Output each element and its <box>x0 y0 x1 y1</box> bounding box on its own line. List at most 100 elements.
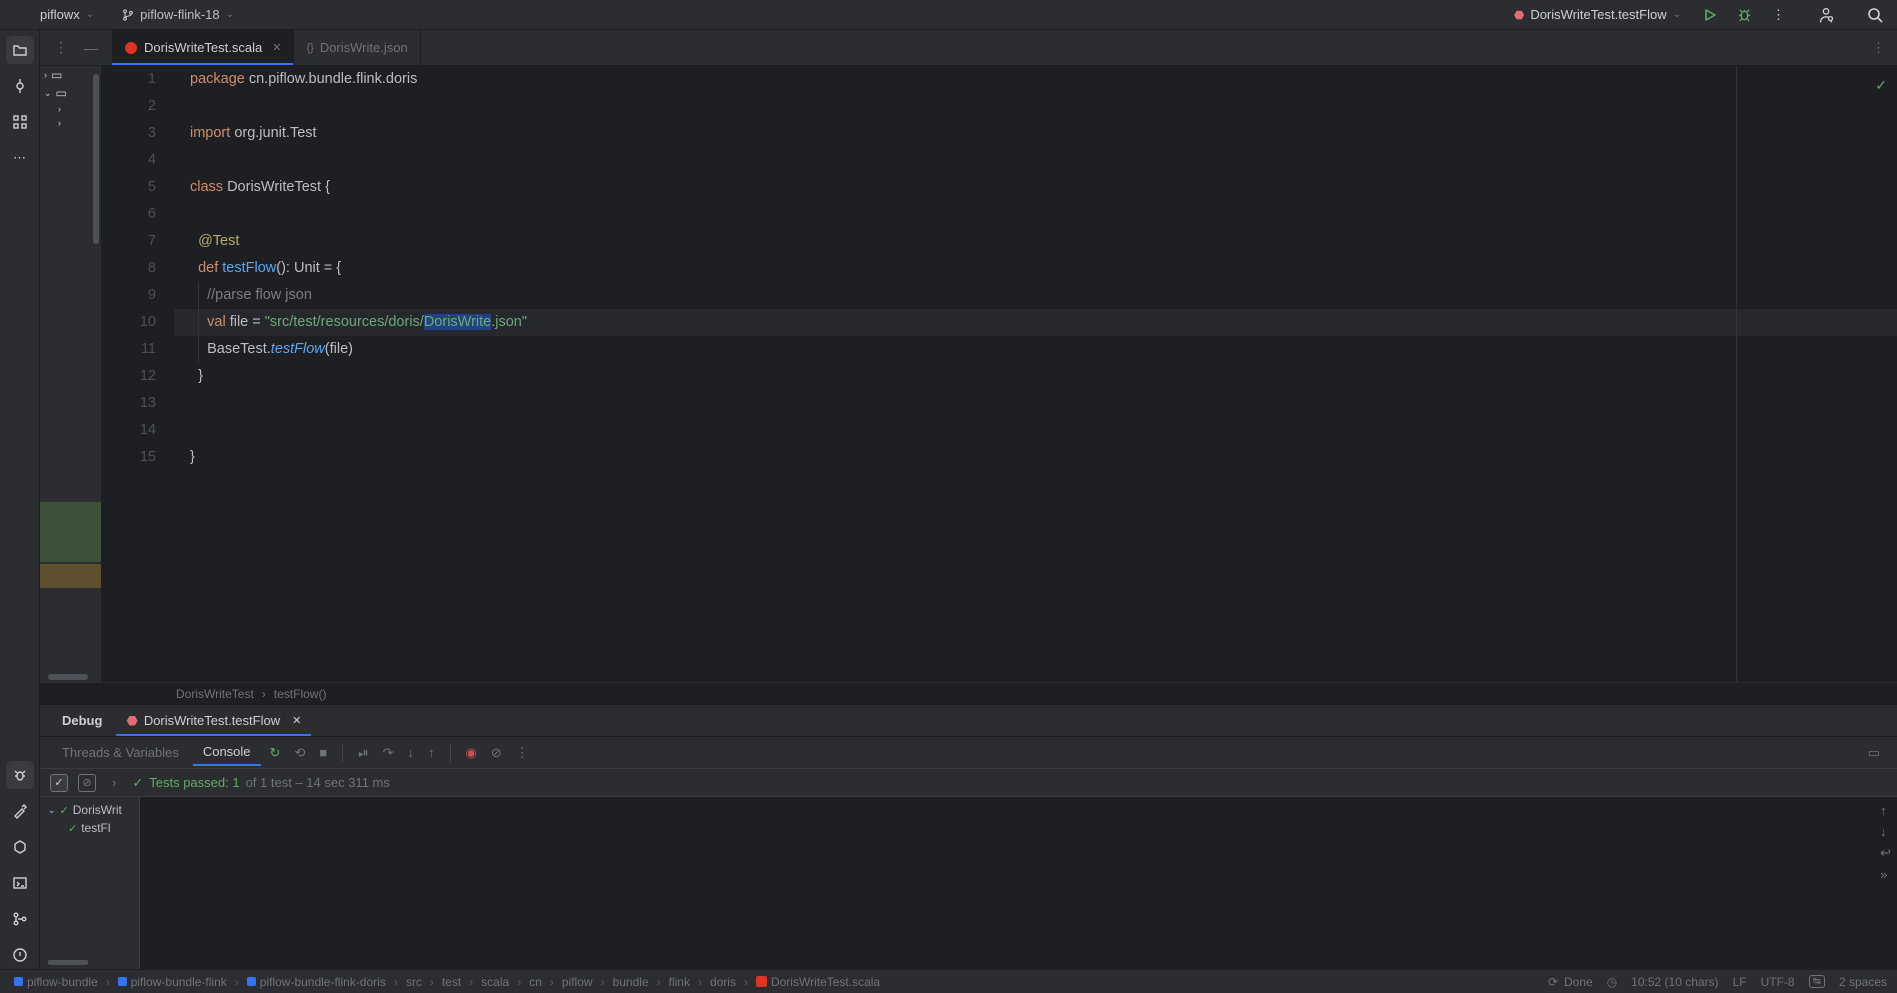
run-config-selector[interactable]: ⬣ DorisWriteTest.testFlow ⌄ <box>1506 3 1689 26</box>
nav-crumb-8[interactable]: bundle <box>609 973 653 991</box>
line-separator[interactable]: LF <box>1733 975 1747 989</box>
scala-file-icon <box>124 41 138 55</box>
branch-selector[interactable]: piflow-flink-18 ⌄ <box>114 3 242 26</box>
scroll-down-icon[interactable]: ↓ <box>1880 824 1891 839</box>
debug-tool-button[interactable] <box>6 761 34 789</box>
services-tool-button[interactable] <box>6 833 34 861</box>
more-menu[interactable]: ⋮ <box>1766 1 1791 29</box>
test-tree-root[interactable]: DorisWrit <box>73 803 122 817</box>
nav-crumb-6[interactable]: cn <box>525 973 546 991</box>
tree-h-scrollbar[interactable] <box>48 674 88 680</box>
collapse-icon[interactable]: — <box>80 36 102 60</box>
test-pass-icon: ✓ <box>132 775 143 791</box>
nav-crumb-10[interactable]: doris <box>706 973 740 991</box>
show-ignored-toggle[interactable]: ⊘ <box>78 774 96 792</box>
hammer-icon <box>12 803 28 819</box>
scroll-end-icon[interactable]: » <box>1880 867 1891 882</box>
commit-tool-button[interactable] <box>6 72 34 100</box>
test-tree-scrollbar[interactable] <box>48 960 88 965</box>
breadcrumb-method[interactable]: testFlow() <box>274 687 327 701</box>
tab-overflow-icon[interactable]: ⋮ <box>1872 40 1897 56</box>
nav-crumb-9[interactable]: flink <box>665 973 694 991</box>
tab-doriswritetest-scala[interactable]: DorisWriteTest.scala ✕ <box>112 30 294 65</box>
debug-toolbar: Threads & Variables Console ↻ ⟲ ■ ⏯ ↷ ↓ … <box>40 737 1897 769</box>
code-with-me-icon[interactable] <box>1811 0 1841 30</box>
layout-settings-icon[interactable]: ▭ <box>1863 740 1885 766</box>
tab-doriswrite-json[interactable]: {} DorisWrite.json <box>294 30 420 65</box>
warning-icon <box>12 947 28 963</box>
nav-crumb-3[interactable]: src <box>402 973 426 991</box>
step-over-button[interactable]: ↷ <box>378 740 399 766</box>
console-tab[interactable]: Console <box>193 739 261 766</box>
problems-tool-button[interactable] <box>6 941 34 969</box>
rerun-button[interactable]: ↻ <box>265 740 286 766</box>
close-tab-icon[interactable]: ✕ <box>272 41 281 54</box>
show-passed-toggle[interactable]: ✓ <box>50 774 68 792</box>
more-tool-button[interactable]: ⋯ <box>6 144 34 172</box>
debug-title: Debug <box>52 707 112 734</box>
terminal-tool-button[interactable] <box>6 869 34 897</box>
status-bar: piflow-bundle› piflow-bundle-flink› pifl… <box>0 969 1897 993</box>
vcs-indicator-added <box>40 502 101 562</box>
nav-crumb-4[interactable]: test <box>438 973 465 991</box>
nav-crumb-7[interactable]: piflow <box>558 973 597 991</box>
file-encoding[interactable]: UTF-8 <box>1761 975 1795 989</box>
folder-icon: ▭ <box>51 68 62 82</box>
debug-config-tab[interactable]: ⬣ DorisWriteTest.testFlow ✕ <box>116 707 311 735</box>
search-everywhere-button[interactable] <box>1861 1 1889 29</box>
test-tree-child[interactable]: testFl <box>81 821 110 835</box>
debug-config-label: DorisWriteTest.testFlow <box>144 713 280 728</box>
branch-name: piflow-flink-18 <box>140 7 219 22</box>
indent-widget[interactable]: 2 spaces <box>1839 975 1887 989</box>
test-output[interactable]: ↑ ↓ ↩ » <box>140 797 1897 969</box>
line-gutter: 1 2 3 4 5 6 7 8 9 10 11 12 13 14 15 <box>102 66 174 682</box>
chevron-down-icon: ⌄ <box>226 9 234 20</box>
code-editor[interactable]: 1 2 3 4 5 6 7 8 9 10 11 12 13 14 15 <box>102 66 1897 682</box>
bug-icon <box>12 767 28 783</box>
commit-icon <box>12 78 28 94</box>
project-tool-button[interactable] <box>6 36 34 64</box>
soft-wrap-icon[interactable]: ↩ <box>1880 845 1891 861</box>
expand-icon[interactable]: › <box>106 775 122 790</box>
project-tree-collapsed[interactable]: ›▭ ⌄▭ › › <box>40 66 102 682</box>
test-status-bar: ✓ ⊘ › ✓ Tests passed: 1 of 1 test – 14 s… <box>40 769 1897 797</box>
test-tree[interactable]: ⌄✓DorisWrit ✓testFl <box>40 797 140 969</box>
close-icon[interactable]: ✕ <box>292 714 301 727</box>
editor-breadcrumb: DorisWriteTest › testFlow() <box>40 682 1897 704</box>
scala-test-icon: ⬣ <box>1514 8 1524 22</box>
tab-label: DorisWrite.json <box>320 40 408 55</box>
nav-crumb-2[interactable]: piflow-bundle-flink-doris <box>243 973 390 991</box>
tab-indicator[interactable]: ↹ <box>1809 975 1825 988</box>
inspection-ok-icon[interactable]: ✓ <box>1875 72 1887 99</box>
tree-scrollbar[interactable] <box>93 74 99 244</box>
search-icon <box>1867 7 1883 23</box>
nav-crumb-0[interactable]: piflow-bundle <box>10 973 102 991</box>
nav-crumb-1[interactable]: piflow-bundle-flink <box>114 973 231 991</box>
clock-widget[interactable]: ◷ <box>1607 975 1617 989</box>
project-selector[interactable]: piflowx ⌄ <box>32 3 102 26</box>
structure-tool-button[interactable] <box>6 108 34 136</box>
git-tool-button[interactable] <box>6 905 34 933</box>
folder-icon: ▭ <box>56 86 67 100</box>
step-out-button[interactable]: ↑ <box>423 740 440 765</box>
caret-position[interactable]: 10:52 (10 chars) <box>1631 975 1718 989</box>
resume-button[interactable]: ⏯ <box>353 740 373 766</box>
more-debug-icon[interactable]: ⋮ <box>511 740 534 766</box>
chevron-down-icon: ⌄ <box>86 9 94 20</box>
breadcrumb-class[interactable]: DorisWriteTest <box>176 687 254 701</box>
nav-crumb-5[interactable]: scala <box>477 973 513 991</box>
threads-tab[interactable]: Threads & Variables <box>52 740 189 765</box>
step-into-button[interactable]: ↓ <box>403 740 420 765</box>
run-button[interactable] <box>1697 2 1723 28</box>
view-breakpoints-button[interactable]: ◉ <box>461 740 482 766</box>
mute-breakpoints-button[interactable]: ⊘ <box>486 740 507 766</box>
structure-icon <box>12 114 28 130</box>
debug-button[interactable] <box>1731 1 1758 28</box>
tab-options-icon[interactable]: ⋮ <box>50 35 72 60</box>
rerun-failed-button[interactable]: ⟲ <box>289 740 310 766</box>
scroll-up-icon[interactable]: ↑ <box>1880 803 1891 818</box>
background-tasks[interactable]: ⟳Done <box>1548 975 1593 989</box>
build-tool-button[interactable] <box>6 797 34 825</box>
nav-crumb-11[interactable]: DorisWriteTest.scala <box>752 973 884 991</box>
stop-button[interactable]: ■ <box>314 740 332 765</box>
